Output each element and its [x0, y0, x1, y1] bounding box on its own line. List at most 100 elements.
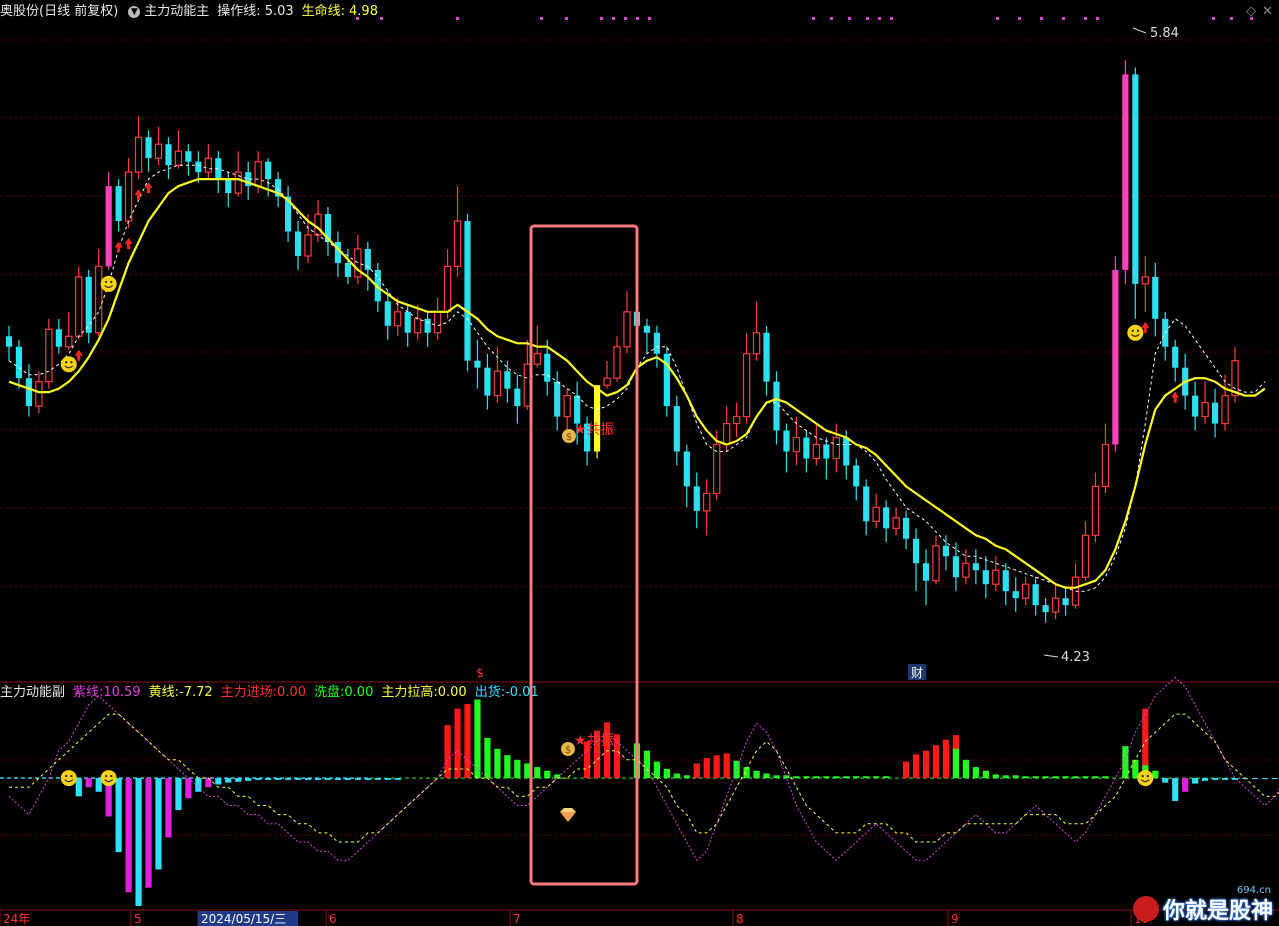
indicator-bar	[1022, 776, 1029, 779]
indicator-bar	[1092, 776, 1099, 779]
indicator-bar	[653, 761, 660, 779]
signal-dot	[878, 17, 881, 20]
indicator-bar	[354, 778, 361, 780]
signal-dot	[600, 17, 603, 20]
indicator-bar	[374, 778, 381, 780]
candle-body	[25, 378, 33, 407]
candle-body	[294, 231, 302, 256]
candle-body	[453, 220, 462, 268]
candle-body	[394, 311, 402, 327]
smiley-eye	[70, 361, 73, 364]
indicator-bar	[1082, 776, 1089, 779]
candle-body	[902, 517, 910, 539]
indicator-bar	[444, 725, 451, 779]
smiley-eye	[1136, 329, 1140, 333]
candle-body	[962, 562, 970, 578]
candle-body	[265, 161, 272, 180]
smiley-icons	[60, 275, 1154, 787]
indicator-bar	[504, 755, 511, 779]
indicator-bar	[643, 750, 651, 779]
candle-body	[912, 538, 920, 564]
signal-dot	[648, 17, 651, 20]
indicator-bar	[384, 778, 391, 780]
indicator-bar	[1072, 776, 1079, 779]
candle-body	[65, 335, 73, 348]
candle-body	[55, 329, 62, 347]
indicator-bar	[1062, 776, 1069, 779]
x-axis-label: 8	[736, 912, 744, 926]
smiley-face	[1137, 770, 1154, 787]
indicator-bar	[873, 776, 880, 779]
smiley-icon	[1127, 324, 1144, 341]
indicator-bar	[85, 778, 92, 788]
candle-body	[533, 353, 541, 365]
indicator-bar	[165, 778, 172, 838]
candle-body	[1112, 269, 1119, 445]
candle-body	[154, 143, 163, 159]
high-price-label: 5.84	[1150, 26, 1179, 41]
candle-body	[85, 276, 92, 333]
candle-body	[185, 151, 192, 162]
candle-body	[1012, 591, 1019, 599]
candle-body	[443, 265, 452, 313]
indicator-bar	[554, 774, 561, 779]
candle-body	[225, 179, 232, 194]
indicator-bar	[364, 778, 371, 780]
indicator-bar	[474, 699, 481, 779]
indicator-bar	[225, 778, 232, 783]
candle-body	[35, 381, 43, 407]
signal-dot	[996, 17, 999, 20]
signal-dot	[1250, 17, 1253, 20]
indicator-bar	[524, 763, 531, 779]
indicator-bar	[1221, 778, 1229, 780]
candle-body	[115, 186, 122, 222]
signal-dot	[1062, 17, 1065, 20]
candle-body	[1192, 395, 1199, 417]
signal-dot	[1040, 17, 1043, 20]
kline-chart[interactable]: 5.84 4.23 ★共振 ★共振 $ $ 财 $ 24年 5 2024/05/15…	[0, 0, 1279, 926]
candle-body	[134, 136, 143, 173]
indicator-bar	[932, 745, 940, 779]
candle-body	[554, 381, 561, 417]
candle-body	[932, 545, 940, 582]
indicator-bar	[853, 776, 860, 779]
indicator-bar	[1002, 775, 1009, 779]
candle-body	[653, 332, 660, 354]
signal-dot	[1084, 17, 1087, 20]
candle-body	[124, 171, 133, 222]
smiley-eye	[104, 774, 108, 778]
main-plot	[5, 60, 1266, 623]
candle-body	[812, 443, 821, 460]
indicator-bar	[823, 776, 830, 779]
indicator-bar	[334, 778, 342, 780]
candle-body	[872, 506, 880, 522]
candle-body	[474, 360, 481, 368]
smiley-face	[100, 275, 117, 292]
x-axis-label: 6	[329, 912, 337, 926]
smiley-eye	[64, 774, 68, 778]
indicator-bar	[723, 753, 730, 779]
candle-body	[853, 465, 860, 487]
candle-body	[693, 486, 700, 511]
candle-body	[763, 332, 770, 382]
candle-body	[863, 486, 870, 522]
indicator-bar	[95, 778, 102, 792]
candle-body	[972, 563, 979, 571]
candle-body	[752, 332, 761, 355]
candle-body	[593, 385, 601, 452]
candle-body	[1062, 598, 1069, 606]
finance-badge[interactable]: 财	[911, 666, 923, 680]
smiley-face	[1127, 324, 1144, 341]
indicator-bar	[245, 778, 252, 781]
indicator-bar	[344, 778, 351, 780]
signal-dot	[612, 17, 615, 20]
candle-body	[1141, 276, 1149, 285]
indicator-bar	[813, 776, 820, 779]
indicator-bar	[205, 778, 212, 788]
candle-body	[742, 353, 751, 418]
indicator-bar	[883, 776, 890, 779]
candle-body	[424, 318, 431, 333]
indicator-bar	[673, 773, 680, 779]
indicator-bar	[683, 775, 690, 779]
candle-body	[1051, 597, 1060, 613]
